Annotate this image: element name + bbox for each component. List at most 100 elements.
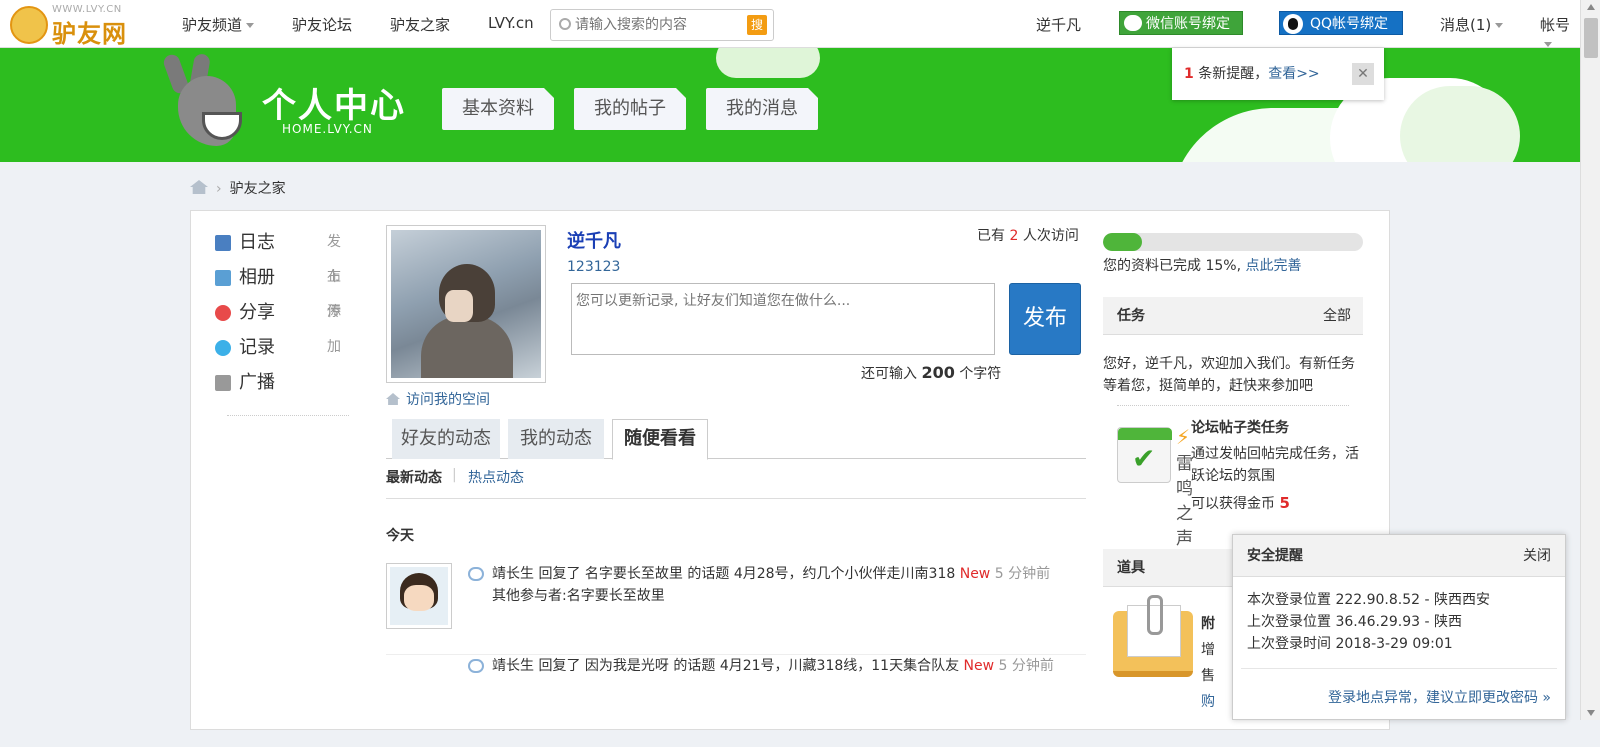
current-login-location: 本次登录位置 222.90.8.52 - 陕西西安 xyxy=(1247,592,1491,608)
tab-my-posts[interactable]: 我的帖子 xyxy=(574,88,686,130)
close-icon[interactable]: ✕ xyxy=(1352,63,1374,85)
feed-subtabs: 最新动态 | 热点动态 xyxy=(386,467,1086,499)
qq-icon xyxy=(1283,14,1303,34)
menu-item-label: 分享 xyxy=(239,302,275,323)
visit-post: 人次访问 xyxy=(1022,228,1079,244)
prop-price: 售 xyxy=(1201,668,1215,684)
subtab-hot[interactable]: 热点动态 xyxy=(468,467,524,487)
profile-uid: 123123 xyxy=(567,259,621,275)
tab-my-feed[interactable]: 我的动态 xyxy=(508,419,604,459)
home-icon[interactable] xyxy=(190,180,208,194)
feed-avatar[interactable] xyxy=(386,563,452,629)
task-reward-label: 可以获得金币 xyxy=(1191,496,1275,512)
home-icon xyxy=(386,393,400,405)
reminder-text: 条新提醒， xyxy=(1198,66,1269,82)
feed-item: 靖长生 回复了 名字要长至故里 的话题 4月28号，约几个小伙伴走川南318 N… xyxy=(386,563,1086,655)
menu-divider xyxy=(227,415,349,416)
change-password-link[interactable]: 登录地点异常，建议立即更改密码 » xyxy=(1328,687,1551,707)
remain-count: 200 xyxy=(921,363,955,382)
reminder-view-link[interactable]: 查看>> xyxy=(1268,66,1319,82)
subtab-latest[interactable]: 最新动态 xyxy=(386,467,442,487)
menu-item-broadcast[interactable]: 广播 xyxy=(211,365,351,400)
feed-user-link[interactable]: 靖长生 xyxy=(492,658,534,674)
avatar-image xyxy=(391,230,541,378)
wechat-bind-button[interactable]: 微信账号绑定 xyxy=(1119,11,1243,35)
scroll-down-icon[interactable] xyxy=(1587,710,1595,716)
messages-menu[interactable]: 消息(1) xyxy=(1440,14,1504,35)
tab-friends-feed[interactable]: 好友的动态 xyxy=(392,419,500,459)
remain-post: 个字符 xyxy=(959,366,1002,382)
search-icon xyxy=(559,18,571,30)
security-alert-popup: 安全提醒 关闭 本次登录位置 222.90.8.52 - 陕西西安 上次登录位置 … xyxy=(1232,534,1566,720)
task-divider xyxy=(1117,405,1349,406)
prop-name[interactable]: 附 xyxy=(1201,613,1215,633)
feed-topic-link[interactable]: 4月28号，约几个小伙伴走川南318 xyxy=(734,566,955,582)
prop-buy-link[interactable]: 购 xyxy=(1201,691,1215,711)
feed-user-link[interactable]: 靖长生 xyxy=(492,566,534,582)
qq-bind-button[interactable]: QQ帐号绑定 xyxy=(1279,11,1403,35)
menu-item-label: 日志 xyxy=(239,232,275,253)
nav-forum[interactable]: 驴友论坛 xyxy=(292,14,352,35)
wechat-bind-label: 微信账号绑定 xyxy=(1146,16,1230,32)
task-title-label: 任务 xyxy=(1117,308,1145,324)
tab-basic-info[interactable]: 基本资料 xyxy=(442,88,554,130)
feed-topic-link[interactable]: 4月21号，川藏318线，11天集合队友 xyxy=(720,658,959,674)
nav-home[interactable]: 驴友之家 xyxy=(390,14,450,35)
visit-pre: 已有 xyxy=(977,228,1005,244)
menu-item-record[interactable]: 记录 xyxy=(211,330,351,365)
task-all-link[interactable]: 全部 xyxy=(1323,297,1351,335)
search-button[interactable]: 搜 xyxy=(747,15,767,35)
album-icon xyxy=(215,270,231,286)
tab-browse[interactable]: 随便看看 xyxy=(612,419,708,460)
new-reminder-popup: 1 条新提醒，查看>> ✕ xyxy=(1172,48,1384,100)
status-input[interactable] xyxy=(571,283,995,355)
profile-username[interactable]: 逆千凡 xyxy=(567,227,621,253)
menu-item-label: 相册 xyxy=(239,267,275,288)
breadcrumb-separator: › xyxy=(216,181,222,197)
complete-profile-link[interactable]: 点此完善 xyxy=(1245,258,1301,274)
task-item-title[interactable]: 论坛帖子类任务 xyxy=(1191,417,1289,437)
feed-time: 5 分钟前 xyxy=(998,658,1054,674)
menu-item-album[interactable]: 相册 上传 xyxy=(211,260,351,320)
nav-lvy[interactable]: LVY.cn xyxy=(488,14,534,32)
task-intro: 您好，逆千凡，欢迎加入我们。有新任务等着您，挺简单的，赶快来参加吧 xyxy=(1103,356,1355,394)
main-panel: 日志 发布 相册 上传 分享 添加 记录 广播 访问我的空间 逆千凡 12312… xyxy=(190,210,1390,730)
checklist-icon xyxy=(1117,427,1172,483)
new-badge: New xyxy=(963,658,995,674)
remain-pre: 还可输入 xyxy=(861,366,917,382)
feed-text: 靖长生 回复了 名字要长至故里 的话题 4月28号，约几个小伙伴走川南318 N… xyxy=(492,563,1082,607)
avatar[interactable] xyxy=(386,225,546,383)
menu-item-share[interactable]: 分享 添加 xyxy=(211,295,351,355)
scrollbar-thumb[interactable] xyxy=(1584,18,1598,58)
visit-count: 已有 2 人次访问 xyxy=(977,225,1079,245)
feed-date-heading: 今天 xyxy=(386,528,414,544)
publish-button[interactable]: 发布 xyxy=(1009,283,1081,355)
share-icon xyxy=(215,305,231,321)
top-username-link[interactable]: 逆千凡 xyxy=(1036,14,1081,35)
breadcrumb: › 驴友之家 xyxy=(190,178,286,198)
search-input[interactable] xyxy=(575,15,743,35)
progress-fill xyxy=(1103,233,1142,251)
nav-channel[interactable]: 驴友频道 xyxy=(182,14,255,35)
visit-space-link[interactable]: 访问我的空间 xyxy=(386,389,490,409)
chevron-down-icon xyxy=(1495,23,1504,28)
menu-item-blog[interactable]: 日志 发布 xyxy=(211,225,351,285)
feed-target-user-link[interactable]: 名字要长至故里 xyxy=(585,566,683,582)
breadcrumb-current[interactable]: 驴友之家 xyxy=(230,181,286,197)
scroll-up-icon[interactable] xyxy=(1587,4,1595,10)
menu-item-label: 广播 xyxy=(239,372,275,393)
page-scrollbar[interactable] xyxy=(1580,0,1600,720)
progress-label: 您的资料已完成 15%, xyxy=(1103,258,1242,274)
security-close-button[interactable]: 关闭 xyxy=(1523,535,1551,577)
tab-my-messages[interactable]: 我的消息 xyxy=(706,88,818,130)
task-item-desc: 通过发帖回帖完成任务，活跃论坛的氛围 xyxy=(1191,446,1359,484)
reminder-count: 1 xyxy=(1184,66,1194,82)
attachment-icon xyxy=(1113,595,1193,677)
visit-number: 2 xyxy=(1009,228,1019,244)
blog-icon xyxy=(215,235,231,251)
prop-desc: 增 xyxy=(1201,642,1215,658)
site-logo[interactable]: WWW.LVY.CN 驴友网 xyxy=(8,4,132,48)
feed-target-user-link[interactable]: 因为我是光呀 xyxy=(585,658,669,674)
security-alert-header: 安全提醒 关闭 xyxy=(1233,535,1565,577)
feed-item: 靖长生 回复了 因为我是光呀 的话题 4月21号，川藏318线，11天集合队友 … xyxy=(386,655,1086,747)
